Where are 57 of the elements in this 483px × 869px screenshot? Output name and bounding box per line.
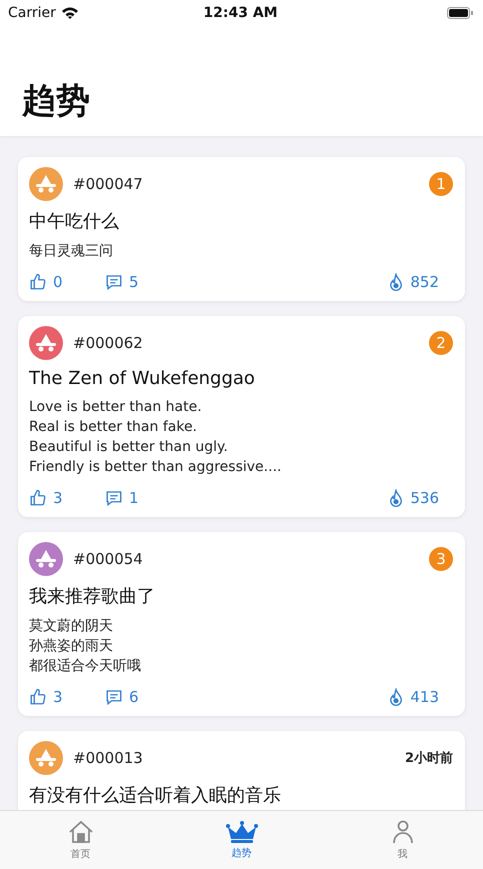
post-text-line: 都很适合今天听哦 (29, 657, 142, 676)
wizard-hat-icon (35, 748, 57, 768)
flame-icon (388, 688, 404, 706)
post-text-line: 孙燕姿的雨天 (29, 637, 114, 656)
heat-count: 413 (410, 688, 439, 706)
battery-icon (447, 7, 473, 19)
home-icon (68, 820, 94, 844)
page-title: 趋势 (20, 80, 91, 123)
post-id: #000013 (73, 749, 144, 767)
rank-badge: 2 (429, 331, 453, 355)
like-count: 3 (53, 489, 63, 507)
comment-count: 5 (129, 273, 139, 291)
comment-icon (105, 273, 123, 291)
post-card[interactable]: #000047 1 中午吃什么 每日灵魂三问 0 5 852 (18, 157, 465, 301)
post-id: #000047 (73, 175, 144, 193)
crown-icon (226, 820, 258, 842)
like-count: 0 (53, 273, 63, 291)
post-text-line: 每日灵魂三问 (29, 242, 114, 261)
carrier-name: Carrier (8, 5, 56, 21)
post-title: The Zen of Wukefenggao (29, 368, 256, 389)
post-text-line: 莫文蔚的阴天 (29, 617, 114, 636)
post-id: #000062 (73, 334, 144, 352)
post-title: 中午吃什么 (29, 210, 120, 233)
wizard-hat-icon (35, 333, 57, 353)
tab-bar-item[interactable]: 首页 (0, 811, 161, 869)
heat-count: 852 (410, 273, 439, 291)
flame-icon (388, 489, 404, 507)
post-text-line: Real is better than fake. (29, 418, 198, 437)
heat-count: 536 (410, 489, 439, 507)
post-card[interactable]: #000054 3 我来推荐歌曲了 莫文蔚的阴天 孙燕姿的雨天 都很适合今天听哦 3 6 413 (18, 532, 465, 716)
post-text-line: Love is better than hate. (29, 398, 203, 417)
post-card[interactable]: #000013 2小时前 有没有什么适合听着入眠的音乐 (18, 731, 465, 810)
post-card[interactable]: #000062 2 The Zen of Wukefenggao Love is better than hate. Real is better than fake. Beautiful is better than ugly. Friendly is better than aggressive.... 3 1 536 (18, 316, 465, 517)
post-text-line: Beautiful is better than ugly. (29, 438, 229, 457)
flame-icon (388, 273, 404, 291)
comment-icon (105, 489, 123, 507)
post-time: 2小时前 (404, 750, 453, 767)
tab-bar-item[interactable]: 我 (322, 811, 483, 869)
comment-count: 1 (129, 489, 139, 507)
rank-badge: 3 (429, 547, 453, 571)
post-title: 我来推荐歌曲了 (29, 585, 156, 608)
rank-badge: 1 (429, 172, 453, 196)
comment-icon (105, 688, 123, 706)
post-text-line: Friendly is better than aggressive.... (29, 458, 282, 477)
person-icon (390, 820, 414, 844)
thumbs-up-icon (29, 688, 47, 706)
thumbs-up-icon (29, 489, 47, 507)
wifi-icon (62, 7, 78, 19)
comment-count: 6 (129, 688, 139, 706)
tab-bar-item[interactable]: 趋势 (161, 811, 322, 869)
clock-time: 12:43 AM (203, 5, 278, 21)
post-title: 有没有什么适合听着入眠的音乐 (29, 784, 282, 807)
wizard-hat-icon (35, 174, 57, 194)
wizard-hat-icon (35, 549, 57, 569)
like-count: 3 (53, 688, 63, 706)
thumbs-up-icon (29, 273, 47, 291)
post-id: #000054 (73, 550, 144, 568)
